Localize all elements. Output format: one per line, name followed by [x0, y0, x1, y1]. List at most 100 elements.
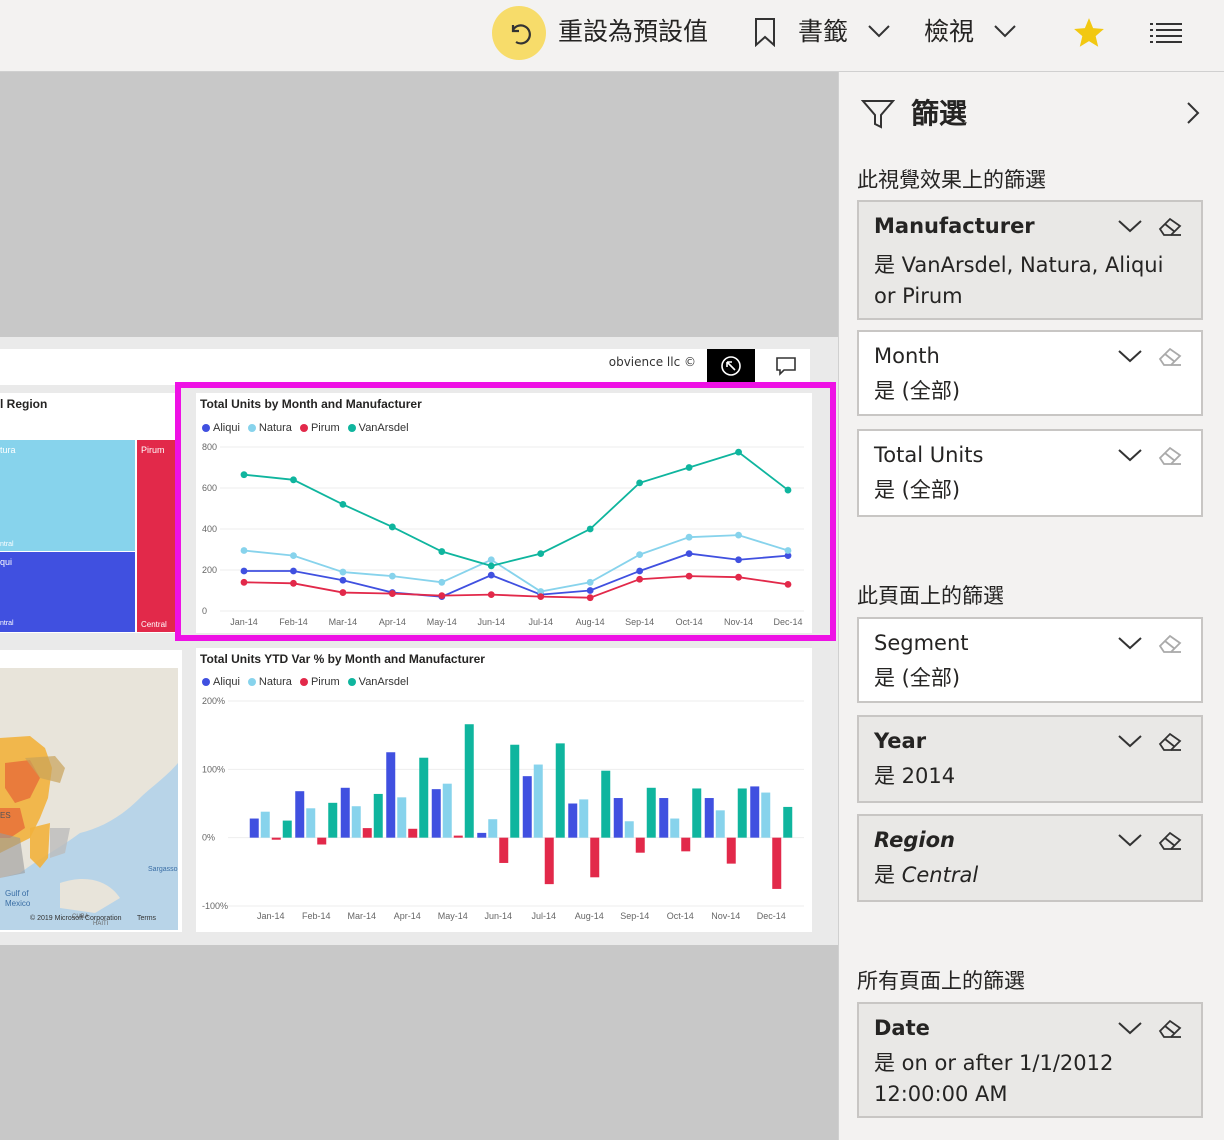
focus-mode-icon — [721, 356, 741, 376]
report-header: obvience llc © — [0, 349, 810, 385]
treemap-cell-natura[interactable] — [0, 440, 135, 551]
eraser-clear-filter-icon[interactable] — [1157, 731, 1183, 757]
x-tick-label: May-14 — [438, 911, 468, 921]
expand-chevron-down-icon[interactable] — [1117, 733, 1143, 753]
treemap-tile[interactable]: l Region tura Pirum ntral qui ntral Cent… — [0, 393, 176, 633]
favorite-star-icon[interactable] — [1072, 16, 1106, 50]
treemap-cell-aliqui[interactable] — [0, 552, 135, 632]
filter-pane-title: 篩選 — [911, 97, 968, 130]
bar-natura — [533, 764, 543, 838]
map-tile[interactable]: ES Gulf of Mexico Sargasso CUBA HAITI © … — [0, 650, 182, 932]
map-copyright: © 2019 Microsoft Corporation — [30, 914, 122, 922]
bar-natura — [624, 821, 634, 838]
bar-pirum — [544, 837, 554, 885]
view-button[interactable]: 檢視 — [924, 14, 974, 50]
map-label: Sargasso — [148, 866, 178, 873]
treemap-label: qui — [0, 557, 13, 567]
collapse-chevron-right-icon[interactable] — [1185, 100, 1201, 130]
bar-aliqui — [386, 752, 396, 838]
x-tick-label: Oct-14 — [667, 911, 694, 921]
treemap-label: ntral — [0, 620, 14, 627]
filter-card-manufacturer[interactable]: Manufacturer 是 VanArsdel, Natura, Aliqui… — [857, 200, 1203, 320]
map-label: ES — [0, 811, 11, 820]
filter-card-value: 是 (全部) — [874, 666, 961, 690]
filter-card-segment[interactable]: Segment 是 (全部) — [857, 617, 1203, 703]
filter-card-name: Manufacturer — [874, 214, 1035, 238]
expand-chevron-down-icon[interactable] — [1117, 832, 1143, 852]
focus-button[interactable] — [707, 349, 755, 383]
y-tick-label: -100% — [202, 901, 228, 911]
bar-natura — [397, 797, 407, 838]
y-tick-label: 0% — [202, 833, 215, 843]
bar-aliqui — [340, 787, 350, 838]
treemap-cell-pirum[interactable] — [137, 440, 176, 632]
chevron-down-icon[interactable] — [992, 22, 1018, 40]
reset-button[interactable]: 重設為預設值 — [558, 14, 708, 50]
bar-chart-tile[interactable]: Total Units YTD Var % by Month and Manuf… — [196, 648, 812, 932]
expand-chevron-down-icon[interactable] — [1117, 348, 1143, 368]
filter-card-value: 是 (全部) — [874, 379, 961, 403]
bar-pirum — [408, 828, 418, 838]
map-label: Mexico — [5, 899, 31, 908]
visual-filters-heading: 此視覺效果上的篩選 — [857, 168, 1046, 192]
x-tick-label: Aug-14 — [575, 911, 604, 921]
page-filters-heading: 此頁面上的篩選 — [857, 584, 1004, 608]
filter-card-total-units[interactable]: Total Units 是 (全部) — [857, 429, 1203, 517]
eraser-clear-filter-icon — [1157, 633, 1183, 659]
bar-natura — [670, 818, 680, 838]
bar-vanarsdel — [464, 724, 474, 838]
eraser-clear-filter-icon — [1157, 445, 1183, 471]
bar-natura — [488, 819, 498, 838]
visual-highlight-frame — [175, 382, 836, 641]
bar-natura — [761, 792, 771, 838]
x-tick-label: Mar-14 — [347, 911, 376, 921]
treemap-label: Central — [141, 620, 167, 629]
chevron-down-icon[interactable] — [866, 22, 892, 40]
bar-chart-plot[interactable]: -100% 0% 100% 200% Jan-14 Feb-14 Mar-14 Apr-14 M… — [196, 648, 812, 932]
filter-card-name: Region — [874, 828, 955, 852]
eraser-clear-filter-icon[interactable] — [1157, 216, 1183, 242]
comment-button[interactable] — [762, 349, 810, 383]
treemap-label: Pirum — [141, 445, 165, 455]
bar-vanarsdel — [328, 802, 338, 838]
bar-aliqui — [295, 791, 305, 838]
expand-chevron-down-icon[interactable] — [1117, 1020, 1143, 1040]
x-tick-label: Jul-14 — [531, 911, 556, 921]
eraser-clear-filter-icon[interactable] — [1157, 830, 1183, 856]
bar-aliqui — [249, 818, 259, 838]
filter-card-name: Total Units — [874, 443, 984, 467]
expand-chevron-down-icon[interactable] — [1117, 447, 1143, 467]
filter-card-year[interactable]: Year 是 2014 — [857, 715, 1203, 803]
filter-funnel-icon — [860, 98, 896, 134]
bar-aliqui — [704, 798, 714, 838]
x-tick-label: Feb-14 — [302, 911, 331, 921]
filter-card-value: 是 Central — [874, 863, 979, 887]
expand-chevron-down-icon[interactable] — [1117, 218, 1143, 238]
filter-card-name: Month — [874, 344, 940, 368]
bar-pirum — [681, 837, 691, 852]
expand-chevron-down-icon[interactable] — [1117, 635, 1143, 655]
top-toolbar: 重設為預設值 書籤 檢視 — [0, 0, 1224, 72]
menu-list-icon[interactable] — [1148, 20, 1184, 46]
bar-natura — [306, 808, 316, 838]
map-image[interactable]: ES Gulf of Mexico Sargasso CUBA HAITI © … — [0, 668, 178, 930]
bar-vanarsdel — [737, 788, 747, 838]
bookmarks-button[interactable]: 書籤 — [798, 14, 848, 50]
filter-card-date[interactable]: Date 是 on or after 1/1/2012 12:00:00 AM — [857, 1002, 1203, 1118]
reset-icon[interactable] — [492, 6, 546, 60]
all-pages-filters-heading: 所有頁面上的篩選 — [857, 969, 1025, 993]
credit-text: obvience llc © — [608, 355, 696, 369]
bar-vanarsdel — [692, 788, 702, 838]
filter-card-value: 是 on or after 1/1/2012 12:00:00 AM — [874, 1051, 1114, 1106]
eraser-clear-filter-icon[interactable] — [1157, 1018, 1183, 1044]
x-tick-label: Nov-14 — [711, 911, 740, 921]
eraser-clear-filter-icon — [1157, 346, 1183, 372]
bookmark-icon[interactable] — [752, 16, 778, 48]
filter-card-month[interactable]: Month 是 (全部) — [857, 330, 1203, 416]
bar-pirum — [499, 837, 509, 863]
filter-card-region[interactable]: Region 是 Central — [857, 814, 1203, 902]
map-terms-link[interactable]: Terms — [137, 915, 157, 922]
bar-vanarsdel — [373, 793, 383, 838]
x-tick-label: Sep-14 — [620, 911, 649, 921]
bar-aliqui — [568, 803, 578, 838]
